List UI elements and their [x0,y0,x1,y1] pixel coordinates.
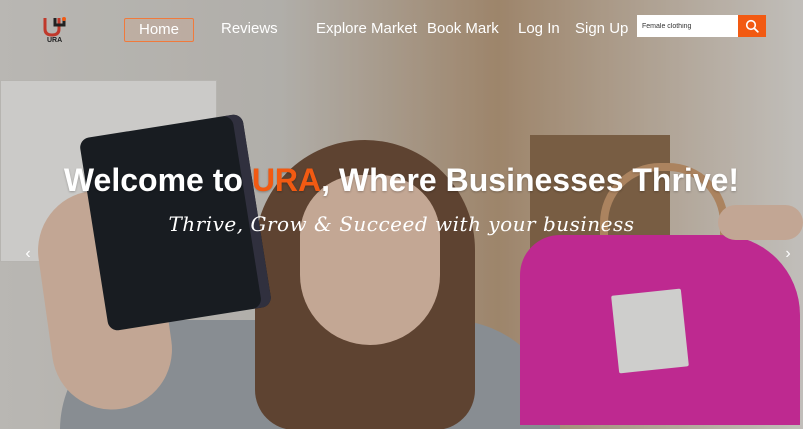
nav-reviews[interactable]: Reviews [221,18,278,40]
logo-text: URA [47,37,63,44]
nav-explore-market[interactable]: Explore Market [316,18,417,40]
nav-sign-up[interactable]: Sign Up [575,18,628,40]
nav-log-in[interactable]: Log In [518,18,560,40]
logo-icon [43,17,66,37]
search-input[interactable] [637,15,738,37]
carousel-prev-button[interactable]: ‹ [21,245,35,263]
hero-tagline: Thrive, Grow & Succeed with your busines… [168,212,635,236]
headline-prefix: Welcome to [63,162,252,198]
chevron-left-icon: ‹ [25,245,31,262]
ura-logo[interactable]: URA [40,13,70,45]
carousel-next-button[interactable]: › [781,245,795,263]
headline-brand: URA [251,162,322,198]
search-button[interactable] [738,15,766,37]
hero-banner: URA Home Reviews Explore Market Book Mar… [0,0,803,429]
top-nav: URA Home Reviews Explore Market Book Mar… [0,0,803,58]
hero-headline: Welcome to URA, Where Businesses Thrive! [0,162,803,199]
search-icon [745,19,759,33]
headline-suffix: , Where Businesses Thrive! [321,162,740,198]
chevron-right-icon: › [785,245,791,262]
nav-home[interactable]: Home [124,18,194,42]
nav-book-mark[interactable]: Book Mark [427,18,499,40]
